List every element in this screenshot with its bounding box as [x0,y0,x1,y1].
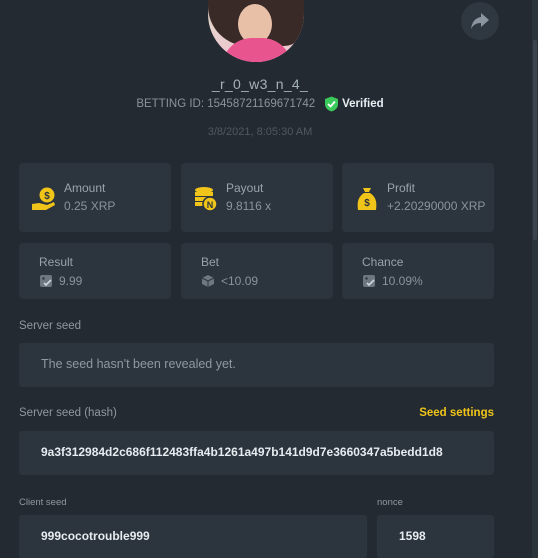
server-seed-hash-label: Server seed (hash) [19,407,117,419]
avatar [208,0,304,62]
nonce-value: 1598 [399,529,426,543]
amount-value: 0.25 XRP [64,199,116,213]
server-seed-field: The seed hasn't been revealed yet. [19,343,494,387]
chance-label: Chance [362,255,404,269]
result-card: Result 9.99 [19,243,171,299]
svg-text:$: $ [364,198,370,209]
profit-value: +2.20290000 XRP [387,199,486,213]
verified-label: Verified [342,98,384,110]
money-bag-icon: $ [357,188,377,210]
chance-value: 10.09% [382,274,423,288]
bet-value-row: <10.09 [201,274,258,288]
betting-id-row: BETTING ID: 15458721169671742 Verified [0,96,520,112]
amount-label: Amount [64,181,106,195]
coin-hand-icon: $ [32,187,55,210]
amount-card: $ Amount 0.25 XRP [19,163,171,232]
svg-text:N: N [207,200,214,210]
share-icon [471,13,489,29]
nonce-label: nonce [377,497,403,508]
scrollbar[interactable] [532,0,538,558]
bet-date: 3/8/2021, 8:05:30 AM [207,126,313,138]
result-value-row: 9.99 [39,274,82,288]
seed-settings-link[interactable]: Seed settings [419,407,494,419]
client-seed-field[interactable]: 999cocotrouble999 [19,515,367,558]
result-label: Result [39,255,74,269]
username: _r_0_w3_n_4_ [211,76,309,92]
share-button[interactable] [461,2,499,40]
chance-value-row: 10.09% [362,274,423,288]
payout-value: 9.8116 x [226,199,272,213]
nonce-field[interactable]: 1598 [377,515,494,558]
payout-card: N Payout 9.8116 x [181,163,333,232]
client-seed-value: 999cocotrouble999 [41,529,150,543]
bet-card: Bet <10.09 [181,243,333,299]
result-value: 9.99 [59,274,83,288]
chance-card: Chance 10.09% [342,243,494,299]
dice-check-icon [40,275,52,287]
server-seed-hash-value: 9a3f312984d2c686f112483ffa4b1261a497b141… [41,445,443,459]
betting-id: BETTING ID: 15458721169671742 [136,98,316,110]
coin-stack-icon: N [195,187,218,212]
scrollbar-thumb[interactable] [533,40,537,240]
profit-card: $ Profit +2.20290000 XRP [342,163,494,232]
dice-check-icon [363,275,375,287]
dice-icon [201,275,215,287]
server-seed-label: Server seed [19,320,82,332]
payout-label: Payout [226,181,264,195]
svg-text:$: $ [44,191,50,202]
bet-value: <10.09 [221,274,259,288]
bet-label: Bet [201,255,220,269]
server-seed-value: The seed hasn't been revealed yet. [41,357,236,371]
server-seed-hash-field[interactable]: 9a3f312984d2c686f112483ffa4b1261a497b141… [19,431,494,475]
verified-badge: Verified [324,96,384,112]
client-seed-label: Client seed [19,497,67,508]
profit-label: Profit [387,181,416,195]
verified-check-icon [325,96,339,112]
